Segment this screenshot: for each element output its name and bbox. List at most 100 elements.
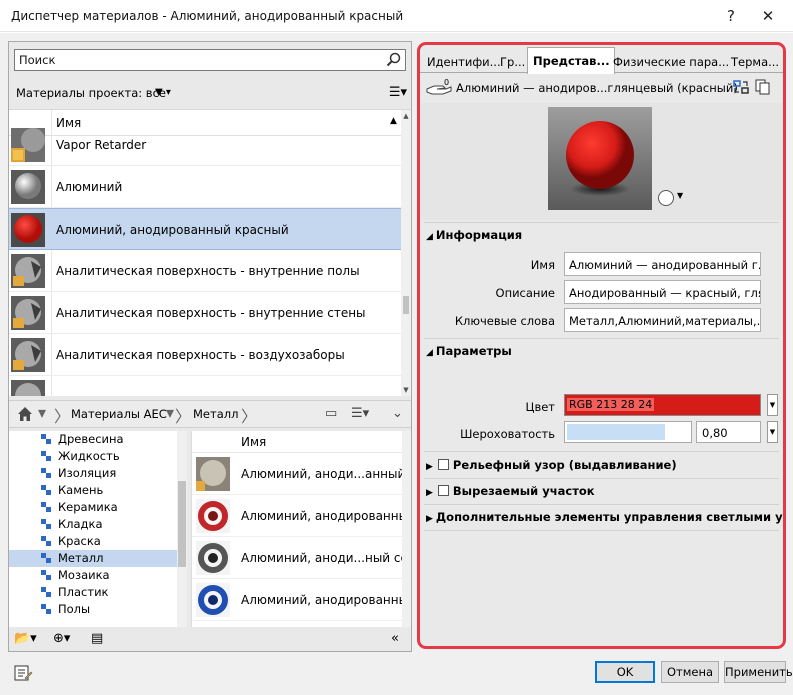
table-row[interactable] [9,376,401,396]
info-section-header[interactable]: ◢ Информация [426,228,783,248]
replace-asset-icon[interactable] [733,79,749,95]
tree-item-selected[interactable]: Металл [9,550,177,567]
scrollbar-thumb[interactable] [178,481,186,567]
roughness-dropdown[interactable]: ▼ [767,421,778,443]
project-materials-list: Имя ▲ Vapor Retarder Алюминий Алюминий, … [9,109,411,396]
keywords-field[interactable]: Металл,Алюминий,материалы,... [564,308,761,332]
collapse-library-icon[interactable]: « [391,631,399,646]
section-title: Вырезаемый участок [452,484,595,498]
material-thumbnail [11,170,45,204]
help-button[interactable]: ? [718,4,744,28]
color-value: RGB 213 28 24 [567,398,655,411]
table-row[interactable]: Аналитическая поверхность - внутренние с… [9,292,401,334]
section-title: Параметры [435,344,512,358]
assets-name-header[interactable]: Имя [192,431,402,453]
tree-item[interactable]: Камень [9,482,177,499]
home-icon[interactable] [17,406,33,422]
tree-scrollbar[interactable] [177,431,187,627]
table-row[interactable]: Аналитическая поверхность - внутренние п… [9,250,401,292]
table-row[interactable]: Vapor Retarder [9,124,401,166]
list-item[interactable]: Алюминий, анодированный [192,495,411,537]
breadcrumb-separator-icon: 〉 [241,407,258,426]
material-thumbnail [11,213,45,247]
project-materials-filter[interactable]: Материалы проекта: все ▼ ▾ ☰▾ [9,82,411,106]
cutout-checkbox[interactable] [437,485,449,496]
chevron-right-icon[interactable]: ▾ [38,403,46,422]
view-options-icon[interactable]: ☰▾ [389,85,407,100]
tree-item[interactable]: Жидкость [9,448,177,465]
tree-item[interactable]: Древесина [9,431,177,448]
list-item[interactable]: Алюминий, аноди...ный сере [192,537,411,579]
folder-icon [41,570,51,580]
tab-appearance[interactable]: Представ... [527,47,615,74]
relief-section-header[interactable]: ▶ Рельефный узор (выдавливание) [426,458,783,478]
color-dropdown[interactable]: ▼ [767,394,778,416]
search-input[interactable]: Поиск [14,49,406,71]
list-view-icon[interactable]: ☰▾ [351,406,369,421]
chevron-down-icon[interactable]: ▾ [166,403,174,422]
tree-item[interactable]: Кладка [9,516,177,533]
folder-icon [41,485,51,495]
create-material-icon[interactable]: ⊕▾ [53,631,70,646]
description-field[interactable]: Анодированный — красный, гля... [564,280,761,304]
asset-name: Алюминий — анодиров...глянцевый (красный… [456,81,738,95]
highlight-controls-section-header[interactable]: ▶ Дополнительные элементы управления свет… [426,510,783,530]
folder-icon [41,604,51,614]
tree-item[interactable]: Керамика [9,499,177,516]
library-assets-list: Имя Алюминий, аноди...анный бр Алюминий,… [191,431,411,627]
tree-item[interactable]: Мозаика [9,567,177,584]
cutout-section-header[interactable]: ▶ Вырезаемый участок [426,484,783,504]
tree-item-label: Пластик [58,585,109,599]
materials-scrollbar[interactable]: ▲ ▼ [401,110,411,396]
asset-browser-icon[interactable]: ▤ [91,631,103,646]
ok-button[interactable]: OK [595,661,655,683]
chevron-down-icon[interactable]: ▼ [677,191,683,200]
tab-thermal[interactable]: Терма... [731,51,779,73]
tab-identity[interactable]: Идентифи... [427,51,501,73]
cancel-button[interactable]: Отмена [661,661,719,683]
list-item[interactable]: Алюминий, анодированный [192,579,411,621]
slider-fill [567,424,665,440]
table-row[interactable]: Алюминий, анодированный красный [9,208,401,250]
folder-icon [41,553,51,563]
material-preview[interactable] [548,107,652,210]
tree-item[interactable]: Пластик [9,584,177,601]
material-name: Аналитическая поверхность - внутренние п… [56,264,360,278]
tree-item[interactable]: Изоляция [9,465,177,482]
breadcrumb-aec-materials[interactable]: Материалы AEC [71,407,167,421]
tree-item[interactable]: Краска [9,533,177,550]
funnel-icon[interactable]: ▼ ▾ [155,87,171,98]
params-section-header[interactable]: ◢ Параметры [426,344,783,364]
material-name: Алюминий, анодированный красный [56,223,289,237]
folder-icon [41,451,51,461]
breadcrumb-metal[interactable]: Металл [193,407,238,421]
open-library-icon[interactable]: 📂▾ [14,631,37,646]
duplicate-asset-icon[interactable] [755,79,771,95]
table-row[interactable]: Аналитическая поверхность - воздухозабор… [9,334,401,376]
scroll-down-icon[interactable]: ▼ [401,386,411,394]
tree-item-label: Изоляция [58,466,117,480]
editor-tabs: Идентифи... Гр... Представ... Физические… [420,45,783,74]
scroll-up-icon[interactable]: ▲ [401,112,411,120]
table-row[interactable]: Алюминий [9,166,401,208]
tab-graphics[interactable]: Гр... [500,51,525,73]
color-label: Цвет [525,400,555,414]
color-swatch-field[interactable]: RGB 213 28 24 [564,394,761,416]
search-icon[interactable] [385,51,403,69]
assets-scrollbar[interactable] [402,431,411,627]
list-item[interactable]: Алюминий, аноди...анный бр [192,453,411,495]
name-field[interactable]: Алюминий — анодированный г... [564,252,761,276]
roughness-input[interactable]: 0,80 [696,421,761,443]
material-help-icon[interactable] [13,663,33,683]
collapse-double-chevron-icon[interactable]: ⌄ [392,406,403,421]
panel-view-icon[interactable]: ▭ [325,406,337,421]
roughness-slider[interactable] [564,421,692,443]
relief-checkbox[interactable] [437,459,449,470]
tab-physical[interactable]: Физические пара... [613,51,729,73]
preview-options-button[interactable] [658,190,674,206]
library-breadcrumb: ▾ 〉 Материалы AEC ▾ 〉 Металл 〉 ▭ ☰▾ ⌄ [9,400,411,428]
tree-item[interactable]: Полы [9,601,177,618]
close-button[interactable]: ✕ [755,4,781,28]
scrollbar-thumb[interactable] [403,296,409,314]
apply-button[interactable]: Применить [724,661,793,683]
